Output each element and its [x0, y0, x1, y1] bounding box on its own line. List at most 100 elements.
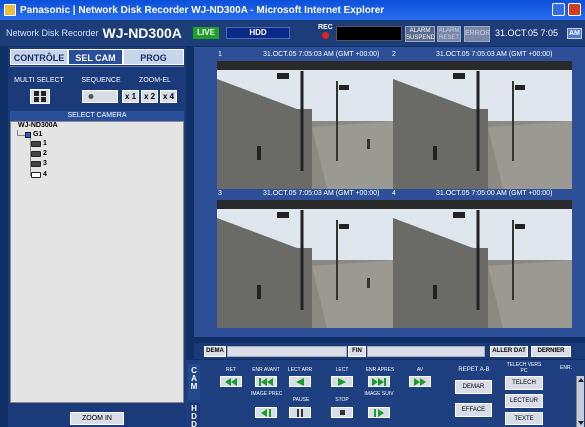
skip-back-icon	[259, 377, 273, 386]
rec-label: REC	[318, 24, 333, 31]
rewind-button[interactable]	[220, 376, 242, 387]
play-button[interactable]	[331, 376, 353, 387]
app-icon	[4, 4, 16, 16]
multi-select-label: MULTI SELECT	[14, 77, 64, 84]
start-datetime-field[interactable]	[227, 346, 347, 357]
tree-camera-label: 4	[43, 171, 47, 178]
camera-3-timestamp: 31.OCT.05 7:05:03 AM (GMT +00:00)	[263, 190, 380, 197]
play-label: LECT	[335, 367, 349, 373]
tab-prog[interactable]: PROG	[123, 49, 184, 65]
tree-camera-1[interactable]: 1	[31, 140, 47, 147]
camera-2-view[interactable]	[393, 61, 572, 189]
tree-root-recorder[interactable]: WJ-ND300A	[18, 122, 58, 129]
stop-button[interactable]	[331, 407, 353, 418]
fast-forward-button[interactable]	[409, 376, 431, 387]
reverse-play-label: LECT ARR	[287, 367, 313, 373]
camera-icon	[31, 140, 41, 147]
tab-sel-cam[interactable]: SEL CAM	[68, 49, 123, 65]
zoom-in-button[interactable]: ZOOM IN	[70, 412, 124, 425]
quad-grid-icon	[34, 91, 46, 102]
repeat-start-button[interactable]: DEMAR	[455, 380, 492, 394]
station-scene-image	[393, 200, 572, 328]
window-titlebar: Panasonic | Network Disk Recorder WJ-ND3…	[0, 0, 585, 20]
tab-cam-label: CAM	[190, 366, 198, 391]
prev-record-button[interactable]	[255, 376, 277, 387]
tree-group-g1[interactable]: G1	[25, 131, 42, 138]
tree-camera-label: 3	[43, 160, 47, 167]
zoom-x4-button[interactable]: x 4	[160, 90, 177, 103]
enr-label: ENR.	[560, 365, 572, 371]
zoom-el-label: ZOOM-EL	[139, 77, 171, 84]
ampm-badge: AM	[567, 28, 582, 39]
tab-cam[interactable]: CAM	[188, 364, 200, 400]
tree-line	[17, 135, 25, 136]
sequence-label: SEQUENCE	[81, 77, 121, 84]
end-datetime-field[interactable]	[367, 346, 485, 357]
download-button[interactable]: TELECH	[505, 376, 543, 390]
hdd-indicator: HDD	[226, 27, 290, 39]
minimize-icon[interactable]	[552, 3, 565, 16]
multi-select-button[interactable]	[30, 89, 50, 104]
camera-1-timestamp: 31.OCT.05 7:05:03 AM (GMT +00:00)	[263, 51, 380, 58]
camera-icon	[31, 150, 41, 157]
start-button[interactable]: DEMA	[204, 346, 226, 357]
pause-label: PAUSE	[292, 397, 310, 403]
rec-dot-icon	[321, 32, 329, 39]
camera-icon	[31, 160, 41, 167]
scroll-arrows-icon	[578, 378, 584, 425]
skip-forward-icon	[372, 377, 386, 386]
camera-4-view[interactable]	[393, 200, 572, 328]
panel-scrollbar[interactable]	[576, 376, 584, 427]
reverse-play-icon	[296, 377, 304, 386]
station-scene-image	[393, 61, 572, 189]
alarm-suspend-button[interactable]: ALARM SUSPEND	[405, 26, 435, 42]
stop-label: STOP	[335, 397, 349, 403]
zoom-x2-button[interactable]: x 2	[141, 90, 158, 103]
play-icon	[338, 377, 346, 386]
fast-rewind-icon	[225, 377, 237, 386]
error-button[interactable]: ERROR	[464, 26, 490, 42]
prev-image-label: IMAGE PREC	[251, 391, 283, 397]
alarm-reset-button[interactable]: ALARM RESET	[437, 26, 461, 42]
product-model: WJ-ND300A	[102, 25, 182, 41]
tab-controle[interactable]: CONTRÔLE	[10, 49, 68, 65]
tree-camera-4[interactable]: 4	[31, 171, 47, 178]
product-name: Network Disk Recorder	[6, 28, 99, 38]
goto-date-button[interactable]: ALLER DAT	[490, 346, 528, 357]
camera-4-timestamp: 31.OCT.05 7:05:00 AM (GMT +00:00)	[436, 190, 553, 197]
camera-3-view[interactable]	[217, 200, 396, 328]
date-time: 31.OCT.05 7:05	[495, 28, 559, 38]
status-display	[336, 26, 402, 41]
sequence-button[interactable]	[82, 90, 118, 103]
fast-forward-icon	[414, 377, 426, 386]
text-button[interactable]: TEXTE	[505, 412, 543, 425]
close-icon[interactable]	[568, 3, 581, 16]
repeat-ab-label: REPET A-B	[458, 367, 490, 373]
player-button[interactable]: LECTEUR	[505, 394, 543, 408]
reverse-play-button[interactable]	[289, 376, 311, 387]
camera-1-view[interactable]	[217, 61, 396, 189]
next-image-button[interactable]	[368, 407, 390, 418]
last-button[interactable]: DERNIER	[531, 346, 571, 357]
forward-label: AV	[416, 367, 424, 373]
tree-camera-2[interactable]: 2	[31, 150, 47, 157]
tab-hdd[interactable]: HDD	[188, 402, 200, 427]
pause-button[interactable]	[289, 407, 311, 418]
step-forward-icon	[374, 408, 384, 417]
repeat-clear-button[interactable]: EFFACE	[455, 403, 492, 417]
tab-hdd-label: HDD	[191, 404, 197, 427]
prev-image-button[interactable]	[255, 407, 277, 418]
prev-record-label: ENR AVANT	[252, 367, 280, 373]
step-back-icon	[261, 408, 271, 417]
download-to-pc-label: TELECH VERS PC	[506, 362, 542, 374]
tree-camera-label: 1	[43, 140, 47, 147]
zoom-x1-button[interactable]: x 1	[122, 90, 139, 103]
rec-indicator: REC	[318, 24, 333, 39]
next-record-button[interactable]	[368, 376, 390, 387]
camera-1-number: 1	[218, 51, 222, 58]
sequence-icon	[88, 94, 94, 99]
tree-camera-label: 2	[43, 150, 47, 157]
station-scene-image	[217, 61, 396, 189]
tree-camera-3[interactable]: 3	[31, 160, 47, 167]
end-button[interactable]: FIN	[348, 346, 366, 357]
